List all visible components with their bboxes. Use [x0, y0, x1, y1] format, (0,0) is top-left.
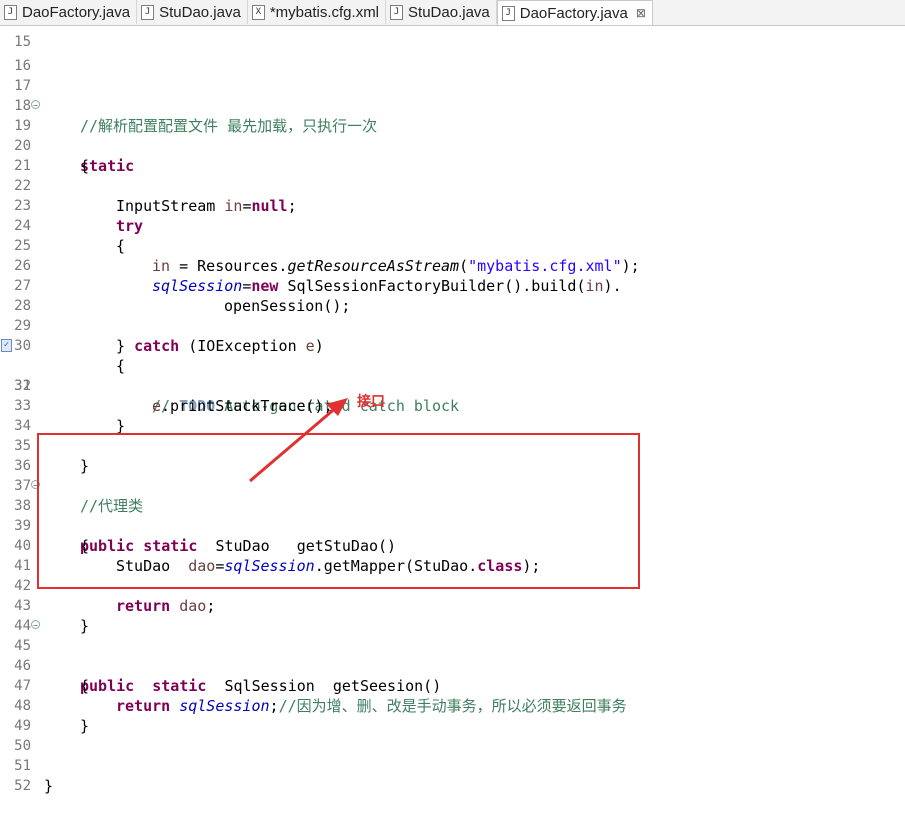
line-number: 52 [14, 778, 31, 794]
code-text: } [44, 777, 54, 795]
annotation-arrow-icon [249, 398, 348, 483]
annotation-label: 接口 [357, 394, 385, 410]
